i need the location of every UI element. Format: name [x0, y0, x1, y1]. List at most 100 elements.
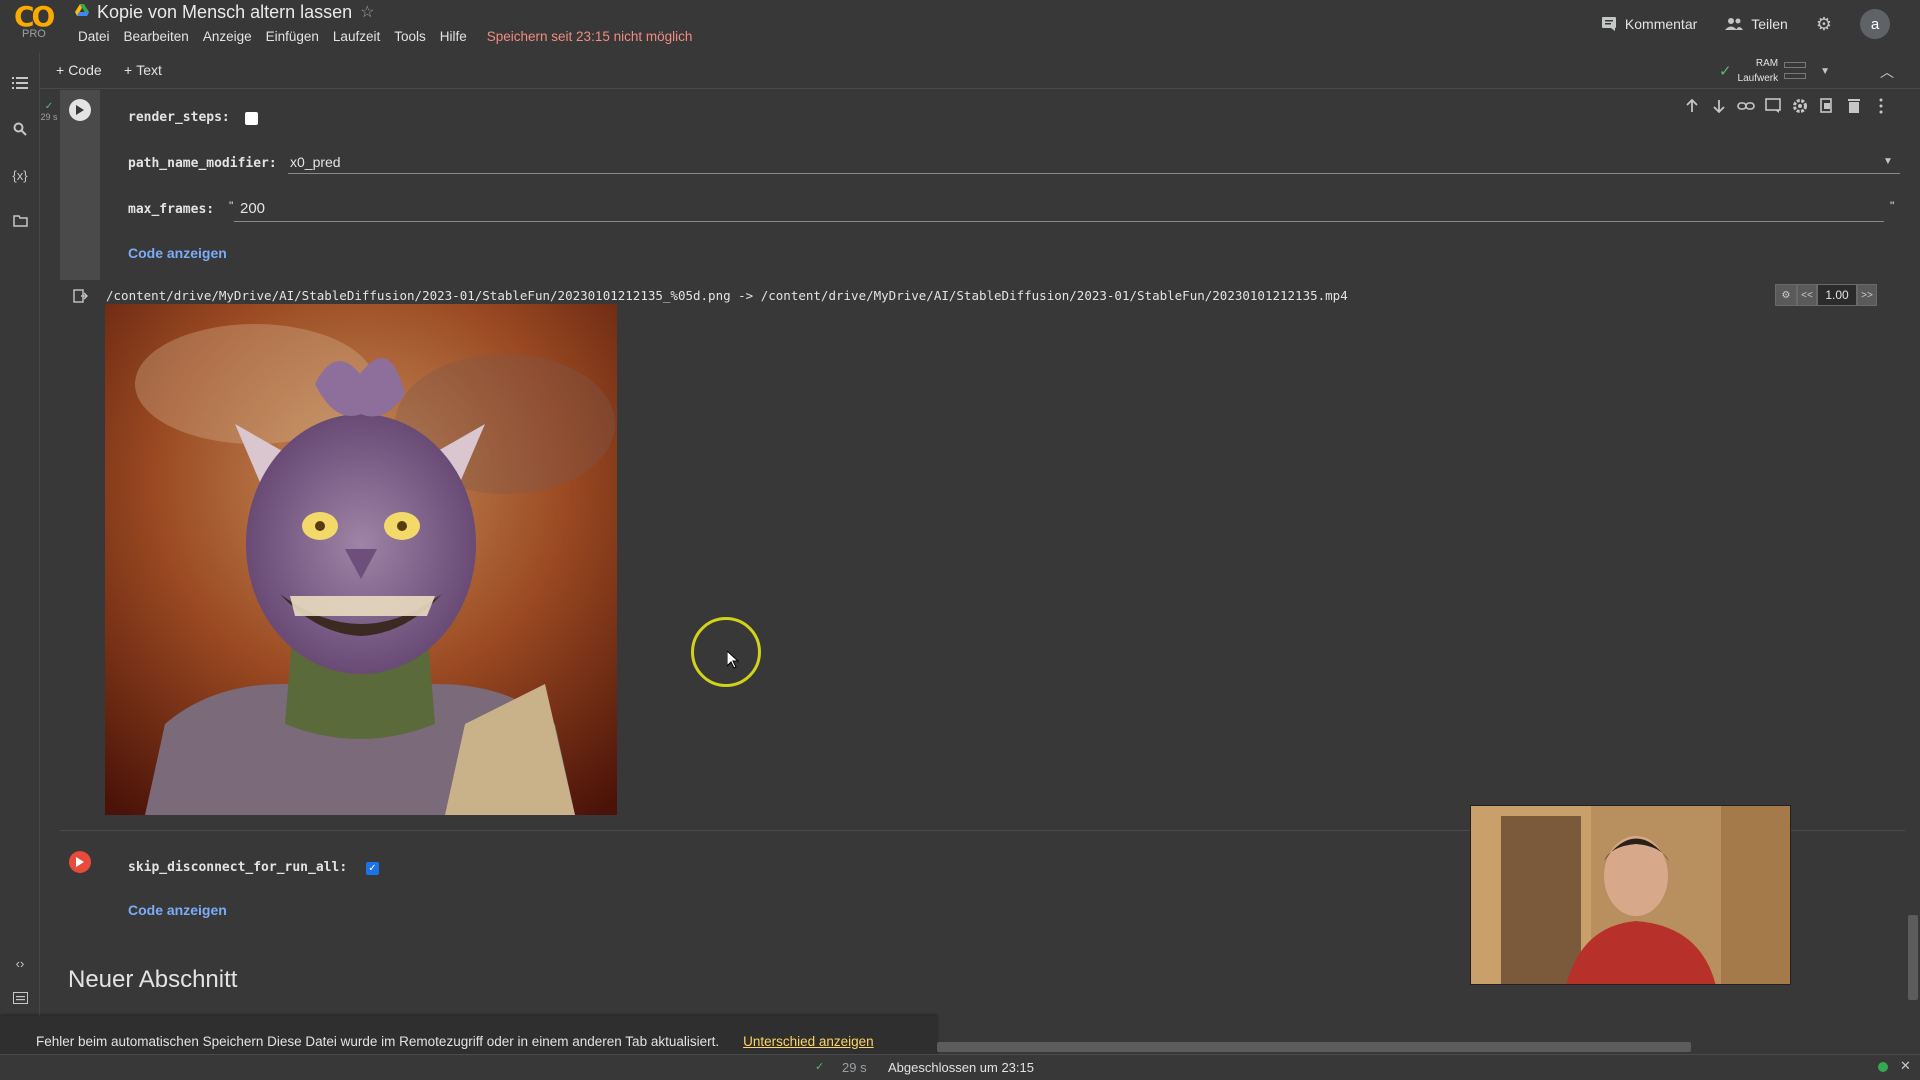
ram-label: RAM [1755, 58, 1779, 69]
vertical-scrollbar[interactable] [1908, 915, 1918, 1000]
anim-settings-gear-icon[interactable]: ⚙ [1775, 284, 1797, 306]
plus-icon: + [56, 62, 65, 78]
section-heading[interactable]: Neuer Abschnitt [68, 966, 237, 994]
show-code-link[interactable]: Code anzeigen [128, 902, 227, 918]
quote-open: " [229, 199, 234, 213]
path-name-modifier-dropdown[interactable]: x0_pred [290, 154, 341, 170]
show-diff-link[interactable]: Unterschied anzeigen [743, 1034, 874, 1049]
status-completed: Abgeschlossen um 23:15 [888, 1060, 1034, 1075]
comment-label: Kommentar [1624, 16, 1698, 32]
comment-icon [1601, 17, 1616, 31]
anim-next-button[interactable]: >> [1857, 284, 1877, 306]
settings-gear-icon[interactable]: ⚙ [1816, 14, 1832, 35]
render-steps-label: render_steps: [128, 110, 230, 125]
header-actions: Kommentar Teilen ⚙ a [1601, 9, 1890, 39]
menu-hilfe[interactable]: Hilfe [433, 28, 474, 46]
collapse-chevron-up-icon[interactable]: ︿ [1880, 62, 1894, 82]
arrow-down-icon[interactable] [1710, 97, 1728, 115]
check-icon: ✓ [815, 1061, 825, 1073]
plus-icon: + [124, 62, 133, 78]
output-text: /content/drive/MyDrive/AI/StableDiffusio… [106, 288, 1348, 303]
pro-badge: PRO [22, 28, 46, 40]
menu-anzeige[interactable]: Anzeige [196, 28, 259, 46]
anim-prev-button[interactable]: << [1797, 284, 1817, 306]
star-icon[interactable]: ☆ [360, 2, 374, 22]
gear-icon[interactable] [1791, 97, 1809, 115]
share-label: Teilen [1751, 16, 1788, 32]
mouse-cursor-icon [727, 651, 739, 669]
add-code-button[interactable]: + Code [56, 62, 102, 78]
menu-datei[interactable]: Datei [71, 28, 117, 46]
close-icon[interactable]: ✕ [1900, 1058, 1911, 1074]
check-icon: ✓ [1718, 63, 1732, 80]
toc-icon[interactable] [10, 73, 30, 93]
app-header: CO PRO Kopie von Mensch altern lassen ☆ … [0, 0, 1920, 53]
folder-icon[interactable] [10, 211, 30, 231]
resource-indicator[interactable]: ✓ RAM Laufwerk ▼ [1719, 56, 1830, 86]
colab-logo[interactable]: CO PRO [14, 0, 58, 42]
path-name-modifier-label: path_name_modifier: [128, 156, 277, 171]
variables-icon[interactable]: {x} [10, 165, 30, 185]
dropdown-underline [288, 173, 1900, 174]
search-icon[interactable] [10, 119, 30, 139]
add-text-button[interactable]: + Text [124, 62, 162, 78]
render-steps-checkbox[interactable] [245, 112, 258, 125]
horizontal-scrollbar[interactable] [937, 1042, 1691, 1052]
run-cell-button-error[interactable] [69, 851, 91, 873]
notebook-title[interactable]: Kopie von Mensch altern lassen [97, 2, 352, 23]
output-menu-icon[interactable] [73, 289, 89, 308]
menu-bar: Datei Bearbeiten Anzeige Einfügen Laufze… [71, 28, 699, 46]
more-vert-icon[interactable] [1872, 97, 1890, 115]
add-text-label: Text [136, 62, 162, 78]
play-icon [76, 857, 84, 867]
status-exec-time: 29 s [842, 1060, 867, 1075]
cell-toolbar [1683, 97, 1890, 115]
output-generated-image [105, 304, 617, 815]
menu-einfuegen[interactable]: Einfügen [259, 28, 326, 46]
add-code-label: Code [68, 62, 102, 78]
arrow-up-icon[interactable] [1683, 97, 1701, 115]
menu-laufzeit[interactable]: Laufzeit [326, 28, 387, 46]
anim-speed-input[interactable]: 1.00 [1817, 284, 1857, 306]
max-frames-input[interactable]: 200 [240, 200, 265, 217]
quote-close: " [1890, 199, 1895, 213]
title-row: Kopie von Mensch altern lassen ☆ [75, 1, 375, 23]
comment-button[interactable]: Kommentar [1601, 16, 1697, 32]
max-frames-label: max_frames: [128, 202, 215, 217]
disk-bar [1784, 73, 1807, 79]
toast-message: Fehler beim automatischen Speichern Dies… [36, 1033, 720, 1049]
run-cell-button[interactable] [69, 99, 91, 121]
chevron-down-icon[interactable]: ▼ [1820, 66, 1830, 77]
people-icon [1725, 18, 1744, 30]
exec-time: 29 s [40, 112, 58, 122]
left-sidebar: {x} ‹› [0, 53, 40, 1080]
command-palette-icon[interactable] [10, 988, 30, 1008]
drive-icon[interactable] [75, 3, 89, 21]
play-icon [76, 105, 84, 115]
save-warning[interactable]: Speichern seit 23:15 nicht möglich [480, 28, 700, 46]
cell-exec-status: ✓ 29 s [38, 101, 60, 123]
code-snippets-icon[interactable]: ‹› [10, 953, 30, 973]
ram-bar [1784, 62, 1807, 68]
animation-controls: ⚙ << 1.00 >> [1775, 284, 1877, 306]
avatar[interactable]: a [1860, 9, 1890, 39]
share-button[interactable]: Teilen [1725, 16, 1788, 32]
skip-disconnect-checkbox[interactable]: ✓ [366, 862, 379, 875]
input-underline [234, 221, 1884, 222]
cursor-highlight-ring [691, 617, 761, 687]
webcam-overlay [1470, 805, 1791, 985]
connection-status-dot [1878, 1062, 1888, 1072]
status-bar: ✓ 29 s Abgeschlossen um 23:15 ✕ [0, 1054, 1920, 1080]
delete-icon[interactable] [1845, 97, 1863, 115]
comment-icon[interactable] [1764, 97, 1782, 115]
notebook-toolbar: + Code + Text ✓ RAM Laufwerk ▼ ︿ [40, 56, 1920, 89]
menu-tools[interactable]: Tools [387, 28, 433, 46]
link-icon[interactable] [1737, 97, 1755, 115]
mirror-cell-icon[interactable] [1818, 97, 1836, 115]
show-code-link[interactable]: Code anzeigen [128, 245, 227, 261]
check-icon: ✓ [44, 101, 54, 112]
skip-disconnect-label: skip_disconnect_for_run_all: [128, 860, 348, 875]
disk-label: Laufwerk [1737, 73, 1779, 84]
menu-bearbeiten[interactable]: Bearbeiten [117, 28, 196, 46]
dropdown-arrow-icon[interactable]: ▼ [1883, 156, 1893, 167]
